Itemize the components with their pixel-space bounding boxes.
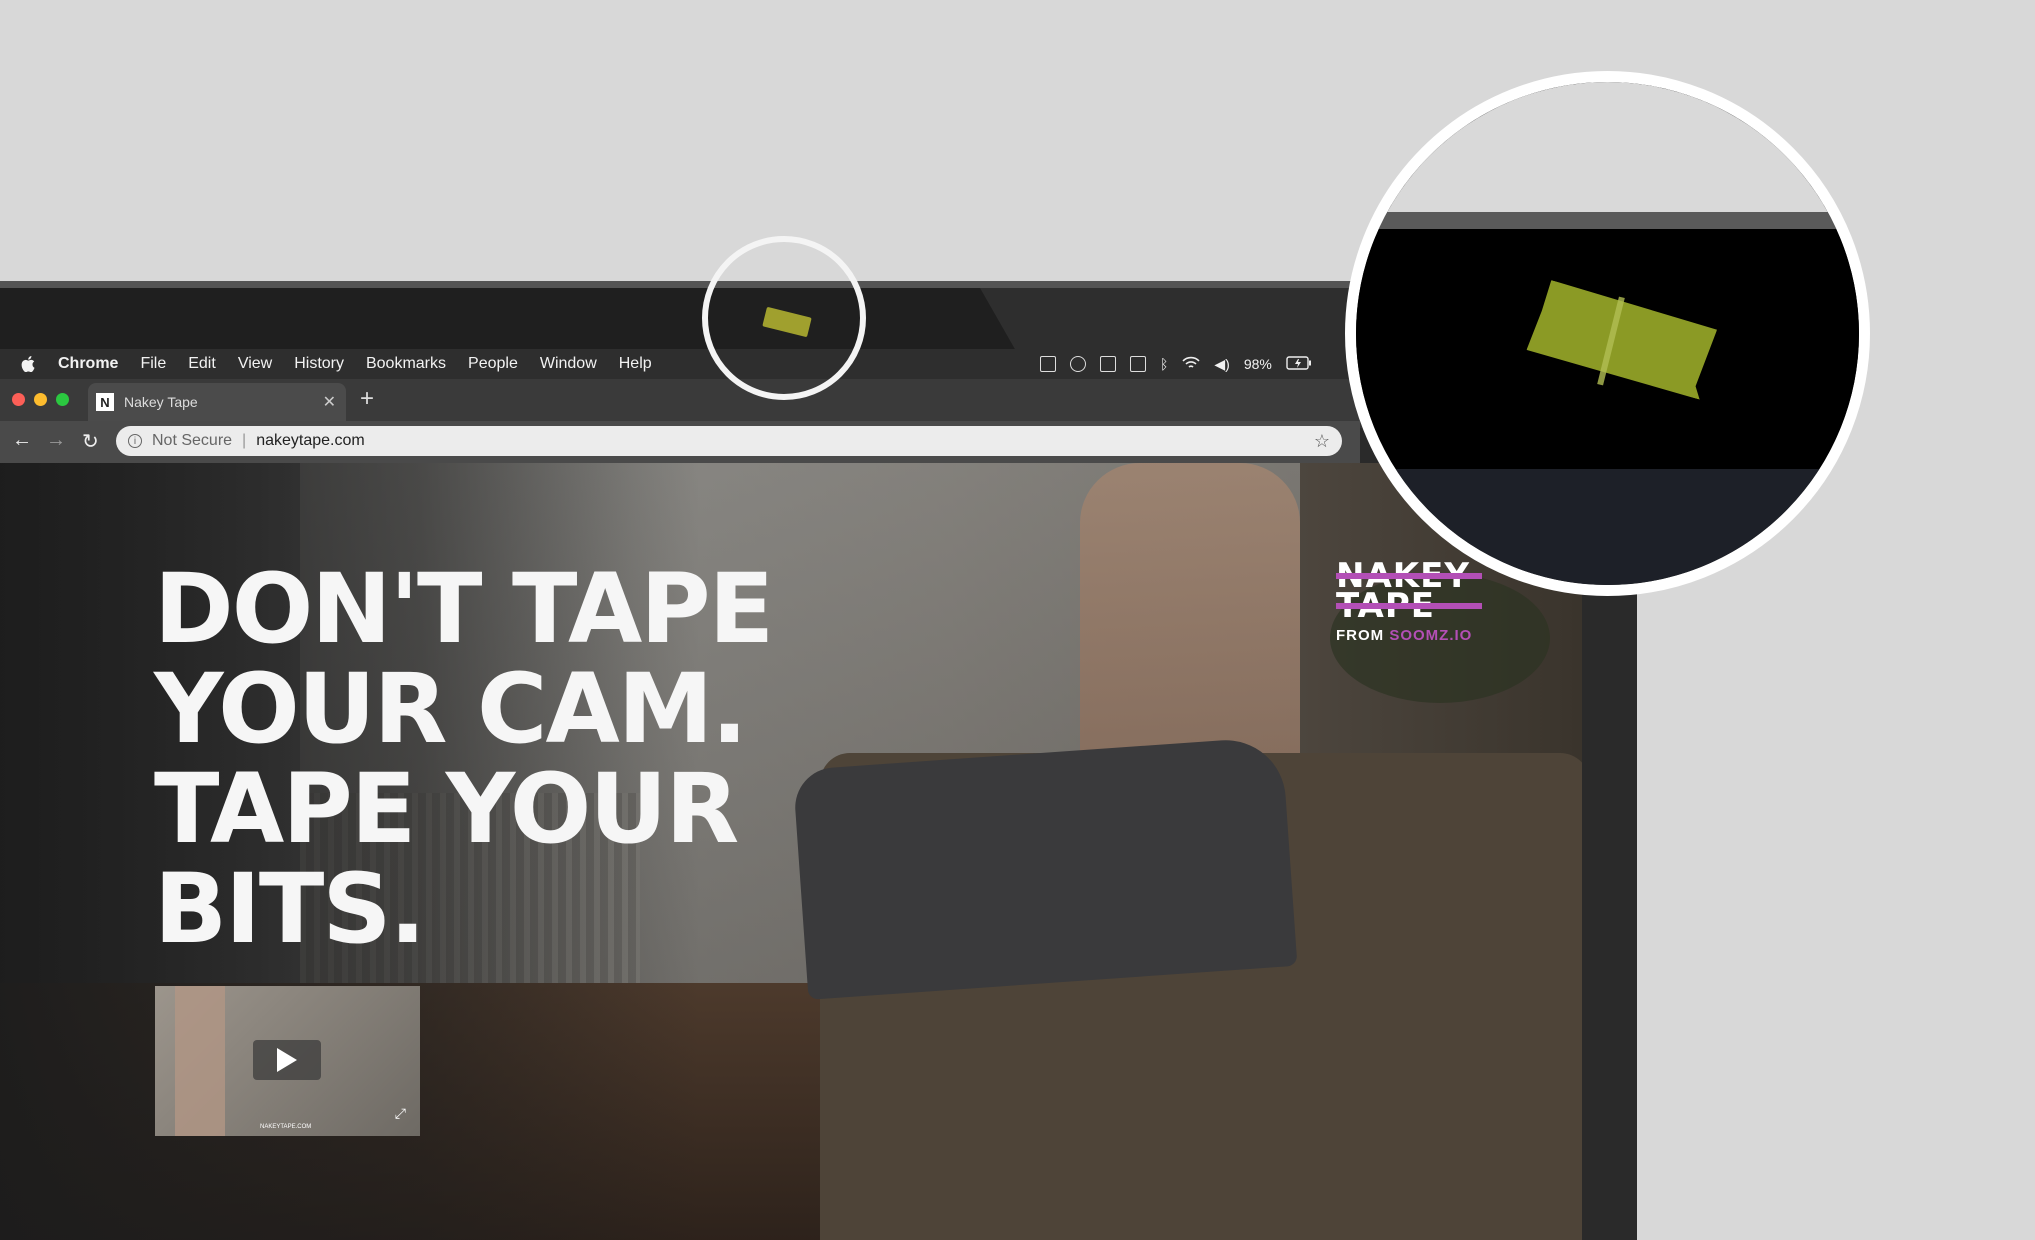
wifi-icon[interactable] xyxy=(1182,356,1200,373)
background-person xyxy=(1080,463,1300,763)
address-separator: | xyxy=(242,432,247,449)
menu-people[interactable]: People xyxy=(468,355,518,373)
status-area: ᛒ ◀) 98% xyxy=(1040,349,1312,379)
url-text[interactable]: nakeytape.com xyxy=(256,432,1314,450)
headline-line-1: DON'T TAPE xyxy=(154,553,774,665)
menu-app-name[interactable]: Chrome xyxy=(58,355,118,373)
reload-button[interactable]: ↻ xyxy=(82,429,99,454)
minimize-window-button[interactable] xyxy=(34,393,47,406)
menu-history[interactable]: History xyxy=(294,355,344,373)
logo-from-word: FROM xyxy=(1336,627,1385,644)
headline-line-2: YOUR CAM. xyxy=(154,653,748,765)
web-page: DON'T TAPE YOUR CAM. TAPE YOUR BITS. NAK… xyxy=(0,463,1582,1240)
star-icon[interactable]: ☆ xyxy=(1314,431,1330,452)
logo-from: FROM SOOMZ.IO xyxy=(1336,627,1472,644)
mac-menubar: Chrome File Edit View History Bookmarks … xyxy=(0,349,1360,379)
new-tab-button[interactable]: + xyxy=(360,385,374,413)
menu-help[interactable]: Help xyxy=(619,355,652,373)
tiles-icon[interactable] xyxy=(1130,356,1146,372)
favicon-icon: N xyxy=(96,393,114,411)
address-bar[interactable]: i Not Secure | nakeytape.com ☆ xyxy=(116,426,1342,456)
webcam-callout-circle xyxy=(702,236,866,400)
play-icon xyxy=(277,1048,297,1072)
forward-button[interactable]: → xyxy=(46,429,66,452)
info-icon[interactable]: i xyxy=(128,434,142,448)
apple-icon[interactable] xyxy=(20,355,36,373)
webcam-zoom-circle xyxy=(1345,71,1870,596)
video-thumbnail[interactable]: NAKEYTAPE.COM ⤢ xyxy=(155,986,420,1136)
menu-window[interactable]: Window xyxy=(540,355,597,373)
menu-view[interactable]: View xyxy=(238,355,272,373)
browser-toolbar: ← → ↻ i Not Secure | nakeytape.com ☆ xyxy=(0,421,1360,463)
bluetooth-icon[interactable]: ᛒ xyxy=(1160,356,1168,372)
back-button[interactable]: ← xyxy=(12,429,32,452)
close-window-button[interactable] xyxy=(12,393,25,406)
thumbnail-caption: NAKEYTAPE.COM xyxy=(260,1124,312,1130)
security-label: Not Secure xyxy=(152,432,233,449)
tab-nakey-tape[interactable]: N Nakey Tape ✕ xyxy=(88,383,346,421)
app-icon[interactable] xyxy=(1100,356,1116,372)
menu-edit[interactable]: Edit xyxy=(188,355,216,373)
tab-title: Nakey Tape xyxy=(124,394,198,410)
zoom-laptop-edge xyxy=(1356,212,1859,229)
battery-percent: 98% xyxy=(1243,356,1272,372)
headline-line-3: TAPE YOUR xyxy=(154,753,739,865)
zoom-screen xyxy=(1356,469,1859,585)
creative-cloud-icon[interactable] xyxy=(1070,356,1086,372)
logo-strike-2 xyxy=(1336,603,1483,609)
tab-strip: N Nakey Tape ✕ + xyxy=(0,379,1360,421)
maximize-window-button[interactable] xyxy=(56,393,69,406)
menu-bookmarks[interactable]: Bookmarks xyxy=(366,355,446,373)
logo-line-2: TAPE xyxy=(1336,589,1483,623)
volume-icon[interactable]: ◀) xyxy=(1214,356,1229,373)
drive-icon[interactable] xyxy=(1040,356,1056,372)
thumbnail-figure xyxy=(175,986,225,1136)
zoom-background xyxy=(1356,82,1859,212)
tab-close-icon[interactable]: ✕ xyxy=(323,392,336,412)
expand-icon[interactable]: ⤢ xyxy=(395,1105,406,1122)
logo-from-brand[interactable]: SOOMZ.IO xyxy=(1389,627,1472,644)
menu-file[interactable]: File xyxy=(140,355,166,373)
hero-headline: DON'T TAPE YOUR CAM. TAPE YOUR BITS. xyxy=(154,559,914,959)
battery-icon[interactable] xyxy=(1286,355,1312,373)
play-button[interactable] xyxy=(253,1040,321,1080)
headline-line-4: BITS. xyxy=(154,853,426,965)
